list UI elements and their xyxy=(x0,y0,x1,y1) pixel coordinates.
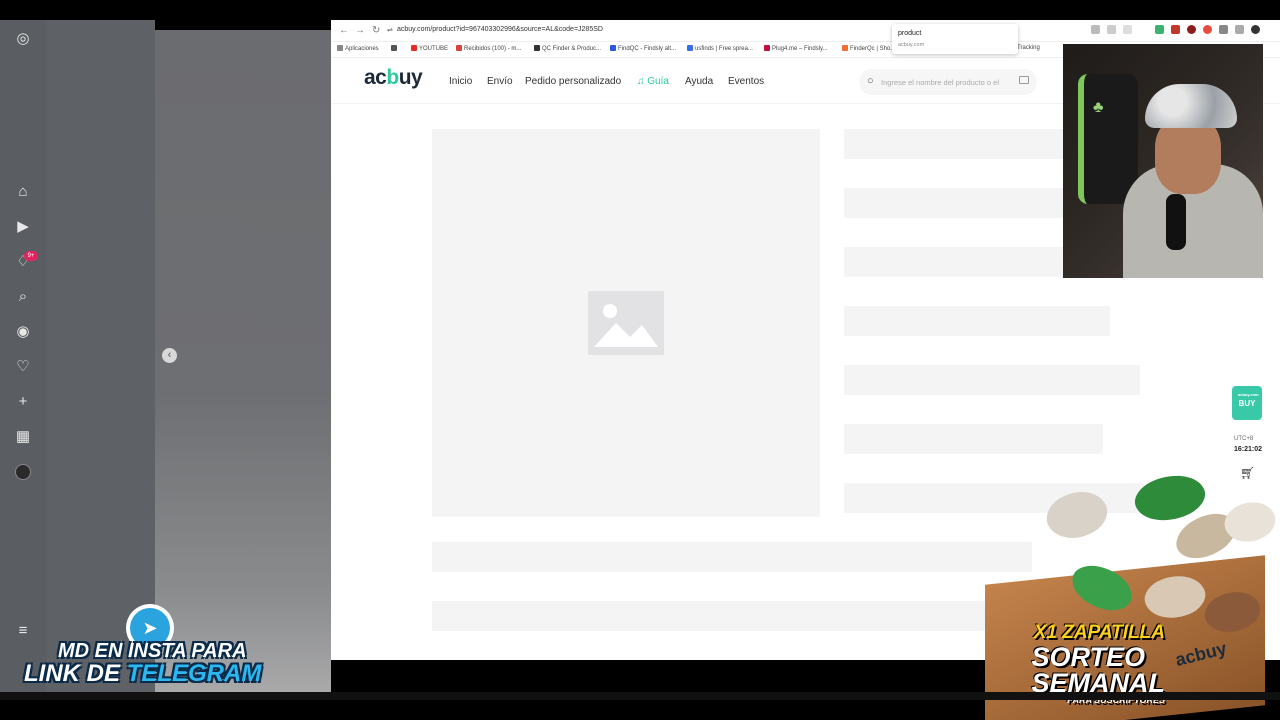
forward-icon[interactable]: → xyxy=(355,25,365,36)
acbuy-logo[interactable]: acbuy xyxy=(364,66,423,90)
extension-shield-icon[interactable] xyxy=(1187,25,1196,34)
instagram-sidebar: ◎ ⌂ ▶ ♢ ⌕ ◉ ♡ + ▦ ≡ xyxy=(0,20,46,700)
bell-icon: ♫ xyxy=(637,76,648,87)
spacer-icon xyxy=(1139,25,1148,34)
shopping-bag-button[interactable]: acbuy.com BUY xyxy=(1232,386,1262,420)
nav-ayuda[interactable]: Ayuda xyxy=(685,76,713,87)
nav-inicio[interactable]: Inicio xyxy=(449,76,472,87)
bookmark-grid-icon[interactable] xyxy=(391,45,399,52)
address-bar: ← → ↻ ⇌ acbuy.com/product?id=96740330299… xyxy=(331,20,1280,42)
image-placeholder-icon xyxy=(588,291,664,355)
extensions-puzzle-icon[interactable] xyxy=(1219,25,1228,34)
nav-envio[interactable]: Envío xyxy=(487,76,513,87)
bookmark-tracking[interactable]: Tracking xyxy=(1017,45,1040,51)
nav-eventos[interactable]: Eventos xyxy=(728,76,764,87)
zoom-icon[interactable] xyxy=(1107,25,1116,34)
back-icon[interactable]: ← xyxy=(339,25,349,36)
tooltip-url: acbuy.com xyxy=(898,42,925,48)
skeleton-line xyxy=(844,424,1103,454)
url-input[interactable]: acbuy.com/product?id=967403302996&source… xyxy=(397,26,603,33)
profile-icon[interactable] xyxy=(1251,25,1260,34)
microphone xyxy=(1166,194,1186,250)
extension-green-icon[interactable] xyxy=(1155,25,1164,34)
extension-fire-icon[interactable] xyxy=(1203,25,1212,34)
giveaway-promo: acbuy X1 ZAPATILLA SORTEO SEMANAL PARA S… xyxy=(975,462,1280,720)
bookmark-finderqc[interactable]: FinderQc | Sho... xyxy=(842,45,895,52)
search-placeholder: Ingrese el nombre del producto o el xyxy=(881,78,999,87)
bookmark-youtube[interactable]: YOUTUBE xyxy=(411,45,448,52)
reload-icon[interactable]: ↻ xyxy=(372,25,380,36)
image-search-icon[interactable] xyxy=(1019,76,1029,84)
sidebar-icon[interactable] xyxy=(1235,25,1244,34)
skeleton-line xyxy=(844,306,1110,336)
nav-guia[interactable]: ♫ Guía xyxy=(637,76,669,87)
skeleton-line xyxy=(844,188,1084,218)
background-panel xyxy=(46,20,155,700)
promo-line-1: X1 ZAPATILLA xyxy=(1033,622,1165,643)
webcam-overlay: ♣ xyxy=(1063,44,1263,278)
create-icon[interactable]: + xyxy=(14,393,32,411)
search-icon: ○ xyxy=(867,75,874,87)
translate-icon[interactable] xyxy=(1091,25,1100,34)
skeleton-line xyxy=(844,129,1084,159)
screen: ◎ ⌂ ▶ ♢ ⌕ ◉ ♡ + ▦ ≡ 9+ ‹ ← → ↻ ⇌ acbuy.c… xyxy=(0,0,1280,720)
tab-tooltip: product acbuy.com xyxy=(892,24,1018,54)
site-info-icon[interactable]: ⇌ xyxy=(387,26,393,34)
bookmark-findqc[interactable]: FindQC - Findsly alt... xyxy=(610,45,676,52)
search-input[interactable]: ○ Ingrese el nombre del producto o el xyxy=(859,69,1037,95)
instagram-logo-icon[interactable]: ◎ xyxy=(14,30,32,48)
bookmark-qcfinder[interactable]: QC Finder & Produc... xyxy=(534,45,601,52)
search-icon[interactable]: ⌕ xyxy=(14,288,32,306)
heart-icon[interactable]: ♡ xyxy=(14,358,32,376)
home-icon[interactable]: ⌂ xyxy=(14,183,32,201)
bookmark-plug4me[interactable]: Plug4.me – Findsly... xyxy=(764,45,828,52)
bookmark-gmail[interactable]: Recibidos (100) - m... xyxy=(456,45,521,52)
explore-icon[interactable]: ◉ xyxy=(14,323,32,341)
taskbar-strip xyxy=(0,692,1280,700)
streamer-cap xyxy=(1145,84,1237,128)
extension-icons xyxy=(1091,25,1260,34)
skeleton-line xyxy=(844,247,1084,277)
extension-red-icon[interactable] xyxy=(1171,25,1180,34)
dashboard-icon[interactable]: ▦ xyxy=(14,428,32,446)
menu-icon[interactable]: ≡ xyxy=(14,622,32,640)
notification-badge: 9+ xyxy=(24,251,38,261)
bookmark-apps[interactable]: Aplicaciones xyxy=(337,45,379,52)
star-icon[interactable] xyxy=(1123,25,1132,34)
product-image-placeholder xyxy=(432,129,820,517)
sneaker-image xyxy=(1039,480,1115,550)
reels-icon[interactable]: ▶ xyxy=(14,218,32,236)
post-image xyxy=(155,30,331,692)
telegram-line-2: LINK DE TELEGRAM xyxy=(24,660,262,687)
avatar[interactable] xyxy=(15,464,31,480)
timezone-label: UTC+8 xyxy=(1234,436,1254,442)
chair-logo-icon: ♣ xyxy=(1093,99,1104,116)
nav-pedido-personalizado[interactable]: Pedido personalizado xyxy=(525,76,621,87)
bookmark-usfinds[interactable]: usfinds | Free sprea... xyxy=(687,45,753,52)
skeleton-line xyxy=(432,542,1032,572)
skeleton-line xyxy=(844,365,1140,395)
gaming-chair xyxy=(1078,74,1138,204)
skeleton-line xyxy=(432,601,992,631)
carousel-prev-button[interactable]: ‹ xyxy=(162,348,177,363)
tooltip-title: product xyxy=(898,30,922,37)
clock-time: 16:21:02 xyxy=(1234,446,1263,453)
